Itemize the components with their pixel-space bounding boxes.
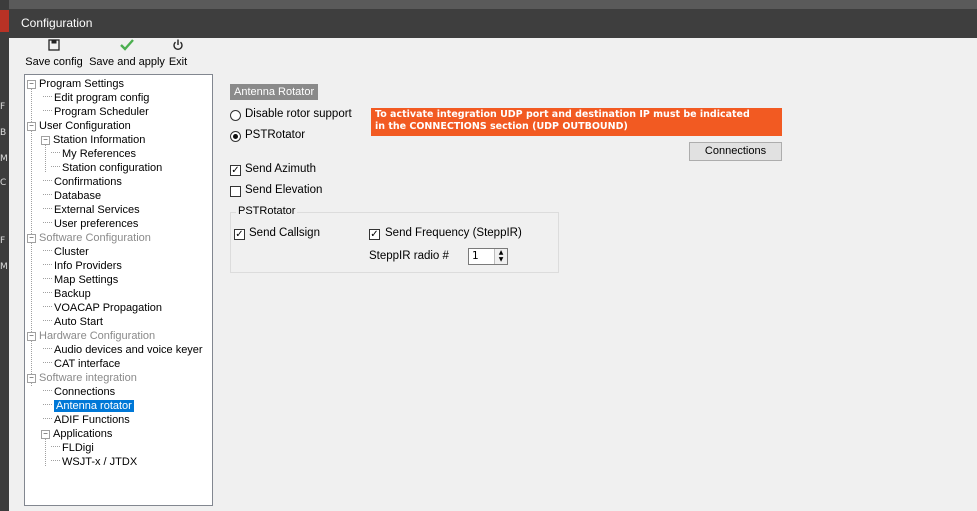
udp-warning-banner: To activate integration UDP port and des…: [371, 108, 782, 136]
tree-node-software-configuration[interactable]: − Software Configuration: [27, 231, 151, 245]
steppir-radio-spinner[interactable]: 1 ▲ ▼: [468, 248, 508, 265]
tree-node-adif-functions[interactable]: ADIF Functions: [43, 413, 130, 427]
disable-rotor-radio[interactable]: [230, 110, 241, 121]
tree-node-confirmations[interactable]: Confirmations: [43, 175, 122, 189]
send-elevation-checkbox[interactable]: [230, 186, 241, 197]
floppy-disk-icon: [24, 39, 84, 55]
collapse-icon[interactable]: −: [27, 332, 36, 341]
steppir-radio-value[interactable]: 1: [472, 250, 479, 263]
pstrotator-group: [230, 212, 559, 273]
collapse-icon[interactable]: −: [27, 122, 36, 131]
toolbar: Save config Save and apply Exit: [9, 38, 977, 71]
collapse-icon[interactable]: −: [41, 430, 50, 439]
tree-node-software-integration[interactable]: − Software integration: [27, 371, 137, 385]
disable-rotor-label[interactable]: Disable rotor support: [245, 108, 352, 120]
tree-node-cat-interface[interactable]: CAT interface: [43, 357, 120, 371]
window-title: Configuration: [21, 16, 93, 30]
tree-node-antenna-rotator[interactable]: Antenna rotator: [43, 399, 134, 413]
save-and-apply-label: Save and apply: [89, 56, 165, 68]
tree-node-connections[interactable]: Connections: [43, 385, 115, 399]
tree-node-station-configuration[interactable]: Station configuration: [51, 161, 162, 175]
tree-node-wsjtx[interactable]: WSJT-x / JTDX: [51, 455, 137, 469]
warning-line-1: To activate integration UDP port and des…: [375, 109, 750, 120]
strip-mark: M: [0, 262, 8, 272]
top-band: [9, 0, 977, 9]
collapse-icon[interactable]: −: [41, 136, 50, 145]
app-badge: [0, 10, 9, 32]
checkmark-icon: [89, 39, 165, 55]
tree-node-backup[interactable]: Backup: [43, 287, 91, 301]
tree-node-audio-devices[interactable]: Audio devices and voice keyer: [43, 343, 203, 357]
tree-node-auto-start[interactable]: Auto Start: [43, 315, 103, 329]
tree-node-hardware-configuration[interactable]: − Hardware Configuration: [27, 329, 155, 343]
save-and-apply-button[interactable]: Save and apply: [89, 39, 165, 69]
collapse-icon[interactable]: −: [27, 234, 36, 243]
tree-node-user-preferences[interactable]: User preferences: [43, 217, 138, 231]
tree-node-map-settings[interactable]: Map Settings: [43, 273, 118, 287]
power-icon: [167, 39, 189, 55]
strip-mark: B: [0, 128, 7, 138]
tree-node-edit-program-config[interactable]: Edit program config: [43, 91, 149, 105]
tree-node-my-references[interactable]: My References: [51, 147, 136, 161]
tree-node-info-providers[interactable]: Info Providers: [43, 259, 122, 273]
settings-tree[interactable]: − Program Settings Edit program config Pr…: [24, 74, 213, 506]
section-title: Antenna Rotator: [230, 84, 319, 100]
strip-mark: C: [0, 178, 7, 188]
collapse-icon[interactable]: −: [27, 374, 36, 383]
pstrotator-group-title: PSTRotator: [236, 205, 298, 217]
send-callsign-checkbox[interactable]: ✓: [234, 229, 245, 240]
tree-node-cluster[interactable]: Cluster: [43, 245, 89, 259]
send-frequency-checkbox[interactable]: ✓: [369, 229, 380, 240]
pstrotator-radio-label[interactable]: PSTRotator: [245, 129, 305, 141]
spin-up-icon[interactable]: ▲: [495, 249, 507, 256]
exit-button[interactable]: Exit: [167, 39, 189, 69]
send-azimuth-label[interactable]: Send Azimuth: [245, 163, 316, 175]
send-frequency-label[interactable]: Send Frequency (SteppIR): [385, 227, 522, 239]
pstrotator-radio[interactable]: [230, 131, 241, 142]
tree-node-program-scheduler[interactable]: Program Scheduler: [43, 105, 149, 119]
background-app-strip: F B M C F M: [0, 0, 9, 511]
tree-node-voacap-propagation[interactable]: VOACAP Propagation: [43, 301, 162, 315]
save-config-button[interactable]: Save config: [24, 39, 84, 69]
tree-node-station-information[interactable]: − Station Information: [41, 133, 145, 147]
tree-node-fldigi[interactable]: FLDigi: [51, 441, 94, 455]
collapse-icon[interactable]: −: [27, 80, 36, 89]
window-title-bar: Configuration: [9, 9, 977, 38]
tree-node-user-configuration[interactable]: − User Configuration: [27, 119, 131, 133]
strip-mark: F: [0, 236, 6, 246]
spin-down-icon[interactable]: ▼: [495, 256, 507, 263]
tree-node-database[interactable]: Database: [43, 189, 101, 203]
exit-label: Exit: [168, 56, 188, 68]
tree-node-applications[interactable]: − Applications: [41, 427, 112, 441]
strip-mark: M: [0, 154, 8, 164]
send-elevation-label[interactable]: Send Elevation: [245, 184, 322, 196]
warning-line-2: in the CONNECTIONS section (UDP OUTBOUND…: [375, 121, 628, 132]
tree-node-program-settings[interactable]: − Program Settings: [27, 77, 124, 91]
send-callsign-label[interactable]: Send Callsign: [249, 227, 320, 239]
send-azimuth-checkbox[interactable]: ✓: [230, 165, 241, 176]
save-config-label: Save config: [25, 56, 83, 68]
connections-button[interactable]: Connections: [689, 142, 782, 161]
spinner-buttons[interactable]: ▲ ▼: [494, 249, 507, 264]
strip-mark: F: [0, 102, 6, 112]
steppir-radio-label: SteppIR radio #: [369, 250, 449, 262]
tree-node-external-services[interactable]: External Services: [43, 203, 140, 217]
